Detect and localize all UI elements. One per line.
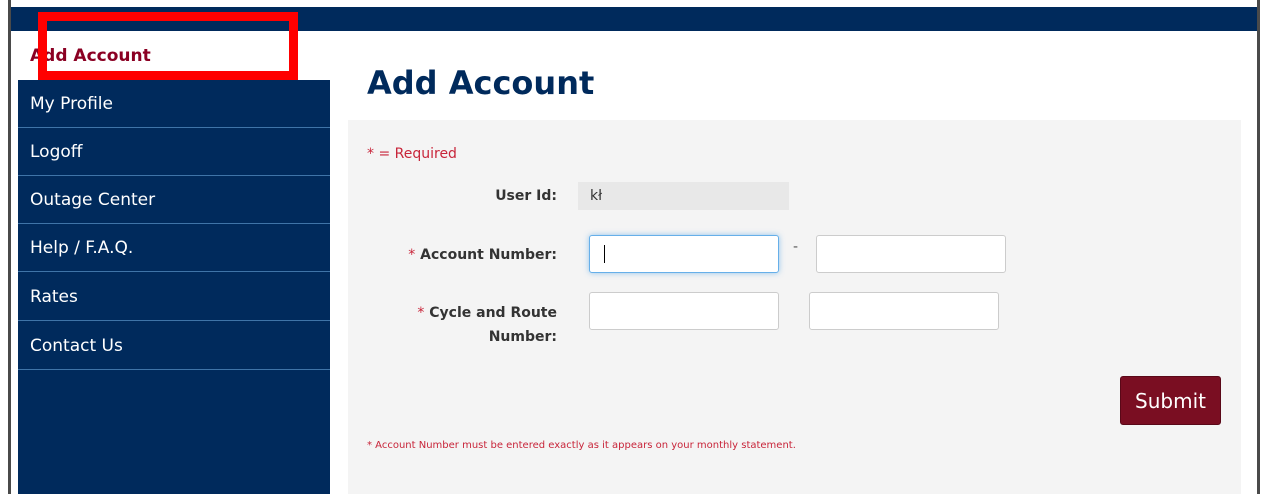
account-number-input-1[interactable] [589, 235, 779, 273]
required-note: * = Required [367, 146, 457, 162]
user-id-value: kł [590, 188, 603, 204]
sidebar-item-label: Help / F.A.Q. [30, 237, 134, 258]
sidebar-item-add-account[interactable]: Add Account [18, 31, 330, 80]
window-left-margin [0, 0, 8, 494]
sidebar-item-my-profile[interactable]: My Profile [18, 80, 330, 128]
sidebar-item-outage-center[interactable]: Outage Center [18, 176, 330, 224]
sidebar-item-label: My Profile [30, 93, 113, 114]
sidebar-item-label: Contact Us [30, 335, 123, 356]
account-number-input-2[interactable] [816, 235, 1006, 273]
sidebar-item-label: Add Account [30, 45, 151, 66]
cycle-route-label: * Cycle and Route [357, 305, 557, 321]
page-title: Add Account [367, 64, 595, 102]
sidebar-item-logoff[interactable]: Logoff [18, 128, 330, 176]
account-number-label: * Account Number: [357, 247, 557, 263]
window-left-border [8, 0, 11, 494]
text-caret [604, 245, 605, 263]
sidebar-item-label: Rates [30, 286, 78, 307]
cycle-route-label-line1: Cycle and Route [429, 305, 557, 321]
cycle-route-label-line2: Number: [488, 329, 557, 345]
required-star: * [408, 247, 416, 263]
sidebar-item-contact-us[interactable]: Contact Us [18, 322, 330, 370]
cycle-number-input[interactable] [589, 292, 779, 330]
sidebar-item-help-faq[interactable]: Help / F.A.Q. [18, 224, 330, 272]
required-star: * [417, 305, 425, 321]
sidebar-item-label: Outage Center [30, 189, 156, 210]
window-right-border [1257, 0, 1260, 494]
user-id-value-box: kł [578, 182, 789, 210]
user-id-label: User Id: [357, 188, 557, 204]
account-number-label-text: Account Number: [420, 247, 557, 263]
account-number-separator: - [793, 239, 799, 255]
route-number-input[interactable] [809, 292, 999, 330]
user-id-label-text: User Id: [495, 188, 557, 204]
header-bar [11, 7, 1257, 31]
account-number-footnote: * Account Number must be entered exactly… [367, 440, 796, 451]
sidebar-item-rates[interactable]: Rates [18, 273, 330, 321]
submit-button[interactable]: Submit [1120, 376, 1221, 425]
sidebar-item-label: Logoff [30, 141, 83, 162]
